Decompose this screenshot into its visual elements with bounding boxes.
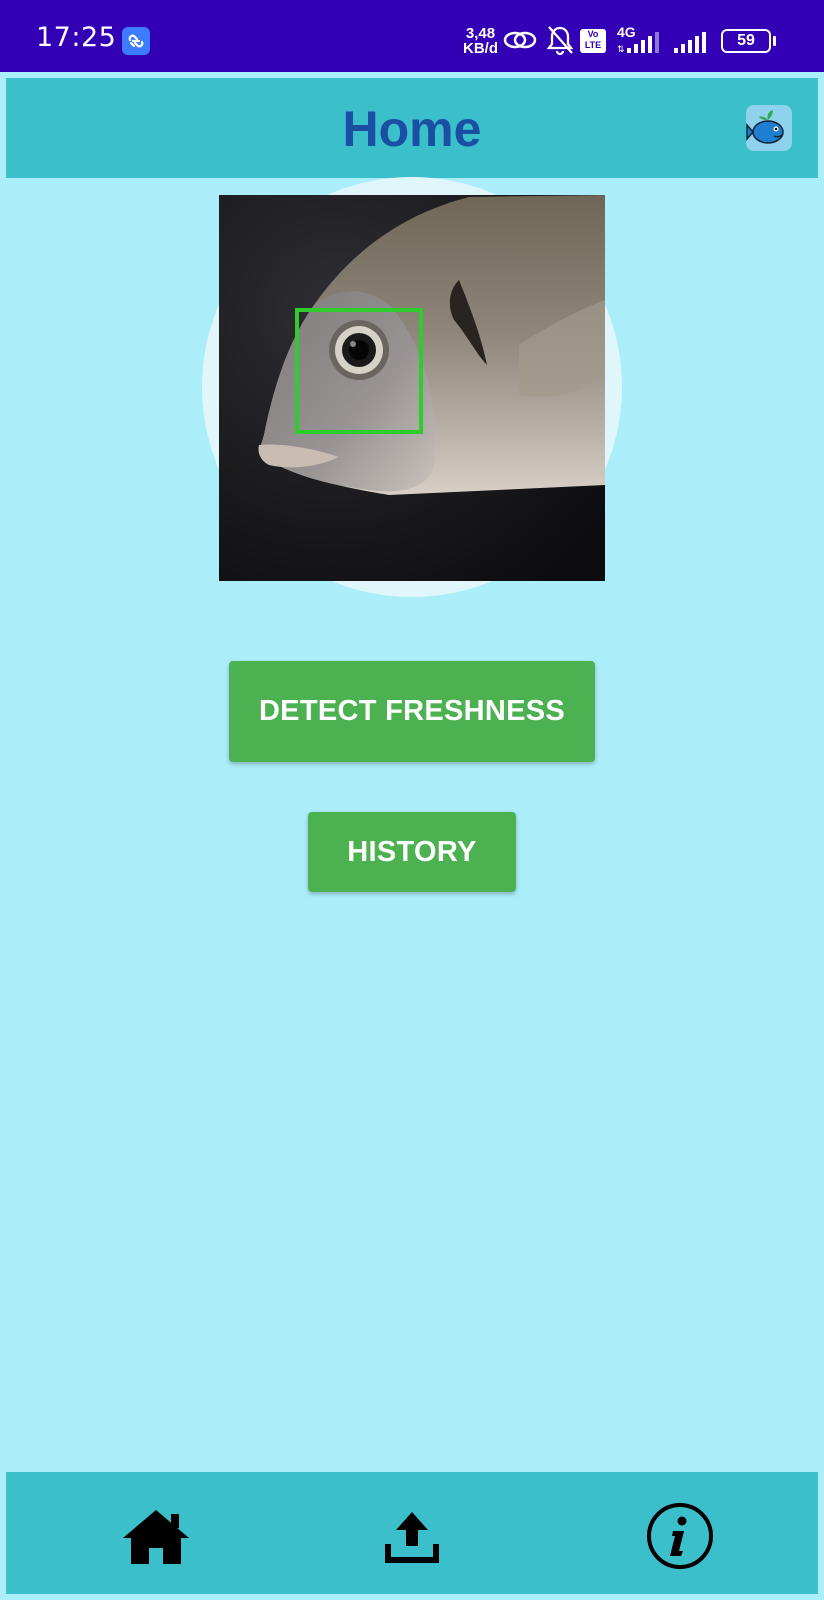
bottom-navigation	[6, 1472, 818, 1594]
history-button[interactable]: HISTORY	[308, 812, 516, 892]
hotspot-link-icon	[503, 28, 537, 57]
bell-muted-icon	[545, 24, 575, 61]
svg-text:⇅: ⇅	[617, 45, 625, 54]
status-bar: 17:25 3,48 KB/d Vo LTE 4G ⇅ 59	[0, 0, 824, 72]
nav-upload[interactable]	[372, 1496, 452, 1576]
signal-icon-1: ⇅	[617, 30, 665, 59]
nav-info[interactable]	[640, 1496, 720, 1576]
nav-home[interactable]	[116, 1496, 196, 1576]
fish-logo-icon[interactable]	[746, 105, 792, 151]
battery-tip	[773, 36, 776, 46]
fish-photo	[219, 195, 605, 581]
detect-freshness-button[interactable]: DETECT FRESHNESS	[229, 661, 595, 762]
battery-icon: 59	[721, 29, 771, 53]
app-header: Home	[6, 78, 818, 178]
link-notification-icon	[122, 27, 150, 60]
page-title: Home	[342, 101, 482, 157]
status-time: 17:25	[36, 22, 117, 53]
volte-icon: Vo LTE	[580, 29, 606, 53]
upload-icon	[385, 1512, 439, 1563]
net-speed: 3,48 KB/d	[463, 25, 498, 57]
signal-icon-2	[672, 30, 712, 59]
home-icon	[123, 1510, 189, 1564]
info-icon	[647, 1503, 713, 1569]
